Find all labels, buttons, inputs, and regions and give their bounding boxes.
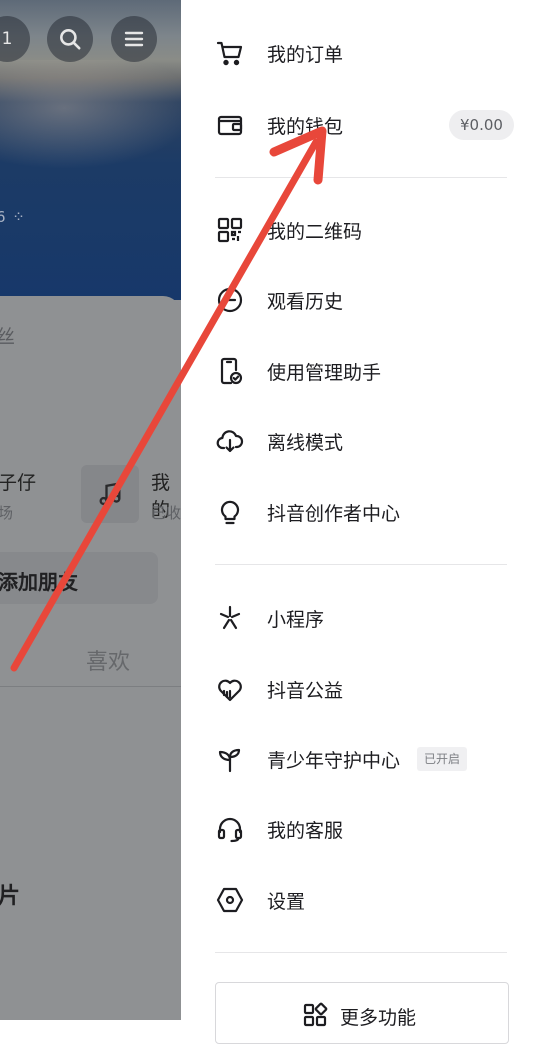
menu-item-usage-assistant[interactable]: 使用管理助手 <box>181 341 542 401</box>
charity-heart-icon <box>215 674 245 704</box>
menu-button[interactable] <box>111 16 157 62</box>
menu-divider <box>215 177 507 178</box>
music-tile[interactable] <box>81 465 139 523</box>
qr-code-icon <box>215 215 245 245</box>
search-icon <box>60 29 81 50</box>
menu-item-label: 青少年守护中心 <box>267 750 401 772</box>
profile-page-dimmed: 1 6 ⁘ 丝 子仔 场 我的 已收 添加朋友 喜欢 片 <box>0 0 181 1020</box>
tab-divider <box>0 686 181 687</box>
phone-check-icon <box>215 356 245 386</box>
sprout-icon <box>215 744 245 774</box>
status-badge: 已开启 <box>417 747 468 771</box>
hamburger-icon <box>124 31 144 47</box>
profile-id-text: 6 ⁘ <box>0 208 26 226</box>
music-item-subtitle: 已收 <box>151 504 181 522</box>
menu-item-offline-mode[interactable]: 离线模式 <box>181 411 542 471</box>
menu-item-label: 抖音公益 <box>267 680 344 702</box>
featured-item-subtitle: 场 <box>0 504 14 522</box>
photo-section-label: 片 <box>0 884 21 909</box>
music-note-icon <box>99 482 121 506</box>
menu-item-label: 抖音创作者中心 <box>267 503 401 525</box>
menu-item-mini-programs[interactable]: 小程序 <box>181 588 542 648</box>
menu-item-label: 离线模式 <box>267 432 344 454</box>
tab-likes[interactable]: 喜欢 <box>86 644 130 676</box>
wallet-balance-badge: ¥0.00 <box>449 110 514 140</box>
menu-item-youth-protection[interactable]: 青少年守护中心 已开启 <box>181 729 542 789</box>
mini-program-icon <box>215 603 245 633</box>
menu-item-label: 我的二维码 <box>267 221 363 243</box>
menu-item-charity[interactable]: 抖音公益 <box>181 659 542 719</box>
menu-item-history[interactable]: 观看历史 <box>181 270 542 330</box>
menu-item-label: 小程序 <box>267 609 325 631</box>
menu-divider <box>215 952 507 953</box>
search-button[interactable] <box>47 16 93 62</box>
menu-item-label: 使用管理助手 <box>267 362 382 384</box>
menu-item-qr-code[interactable]: 我的二维码 <box>181 200 542 260</box>
more-features-button[interactable]: 更多功能 <box>215 982 509 1044</box>
lightbulb-icon <box>215 497 245 527</box>
menu-item-settings[interactable]: 设置 <box>181 870 542 930</box>
menu-item-label: 我的订单 <box>267 44 344 66</box>
menu-item-label: 设置 <box>267 891 306 913</box>
menu-item-label: 我的钱包 <box>267 116 344 138</box>
menu-item-orders[interactable]: 我的订单 <box>181 23 542 83</box>
more-features-label: 更多功能 <box>340 1007 417 1029</box>
featured-item-title[interactable]: 子仔 <box>0 468 36 495</box>
menu-item-wallet[interactable]: 我的钱包 ¥0.00 <box>181 95 542 155</box>
menu-item-customer-service[interactable]: 我的客服 <box>181 799 542 859</box>
cloud-download-icon <box>215 426 245 456</box>
headset-icon <box>215 814 245 844</box>
menu-item-label: 我的客服 <box>267 820 344 842</box>
side-menu-drawer: 我的订单 我的钱包 ¥0.00 我的二维码 观看历史 使用管理助手 离线模式 抖… <box>181 0 542 1044</box>
menu-divider <box>215 564 507 565</box>
cart-icon <box>215 38 245 68</box>
fans-count-label[interactable]: 丝 <box>0 322 15 349</box>
menu-item-creator-center[interactable]: 抖音创作者中心 <box>181 482 542 542</box>
grid-icon <box>302 1002 328 1028</box>
history-icon <box>215 285 245 315</box>
add-friend-label: 添加朋友 <box>0 570 78 594</box>
settings-hexagon-icon <box>215 885 245 915</box>
menu-item-label: 观看历史 <box>267 291 344 313</box>
wallet-icon <box>215 110 245 140</box>
friends-count: 1 <box>1 29 13 49</box>
